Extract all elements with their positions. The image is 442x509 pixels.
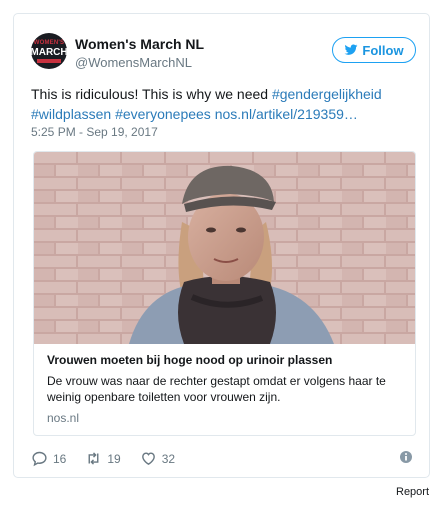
avatar-text-main: MARCH	[31, 46, 67, 58]
author-name[interactable]: Women's March NL	[75, 36, 204, 52]
avatar-text-top: WOMEN'S	[33, 39, 65, 46]
hashtag-everyonepees[interactable]: #everyonepees	[115, 106, 211, 122]
retweet-button[interactable]: 19	[85, 450, 121, 467]
avatar-stripe	[37, 58, 61, 63]
link-preview-card[interactable]: Vrouwen moeten bij hoge nood op urinoir …	[33, 151, 416, 436]
like-button[interactable]: 32	[140, 450, 175, 467]
report-link[interactable]: Report	[396, 486, 429, 498]
avatar[interactable]: WOMEN'S MARCH	[31, 33, 67, 69]
tweet-text: This is ridiculous! This is why we need …	[31, 84, 411, 124]
follow-button[interactable]: Follow	[332, 37, 416, 63]
author-handle[interactable]: @WomensMarchNL	[75, 55, 192, 70]
hashtag-wildplassen[interactable]: #wildplassen	[31, 106, 111, 122]
retweet-icon	[88, 452, 99, 465]
tweet-text-plain: This is ridiculous! This is why we need	[31, 86, 272, 102]
timestamp[interactable]: 5:25 PM - Sep 19, 2017	[31, 125, 158, 139]
article-description: De vrouw was naar de rechter gestapt omd…	[47, 374, 386, 404]
tweet-card: WOMEN'S MARCH Women's March NL @WomensMa…	[13, 13, 430, 478]
twitter-bird-icon	[344, 44, 358, 55]
like-count: 32	[161, 451, 176, 466]
article-title: Vrouwen moeten bij hoge nood op urinoir …	[47, 353, 333, 367]
article-link[interactable]: nos.nl/artikel/219359…	[215, 106, 358, 122]
heart-icon	[141, 452, 155, 465]
follow-label: Follow	[362, 42, 404, 58]
article-domain: nos.nl	[47, 411, 80, 425]
reply-icon	[32, 451, 47, 467]
tweet-actions: 16 19 32	[31, 450, 194, 467]
hashtag-gendergelijkheid[interactable]: #gendergelijkheid	[272, 86, 382, 102]
retweet-count: 19	[107, 451, 121, 466]
reply-button[interactable]: 16	[31, 450, 66, 467]
reply-count: 16	[53, 451, 67, 466]
info-icon[interactable]	[399, 450, 413, 464]
article-photo	[34, 152, 415, 344]
